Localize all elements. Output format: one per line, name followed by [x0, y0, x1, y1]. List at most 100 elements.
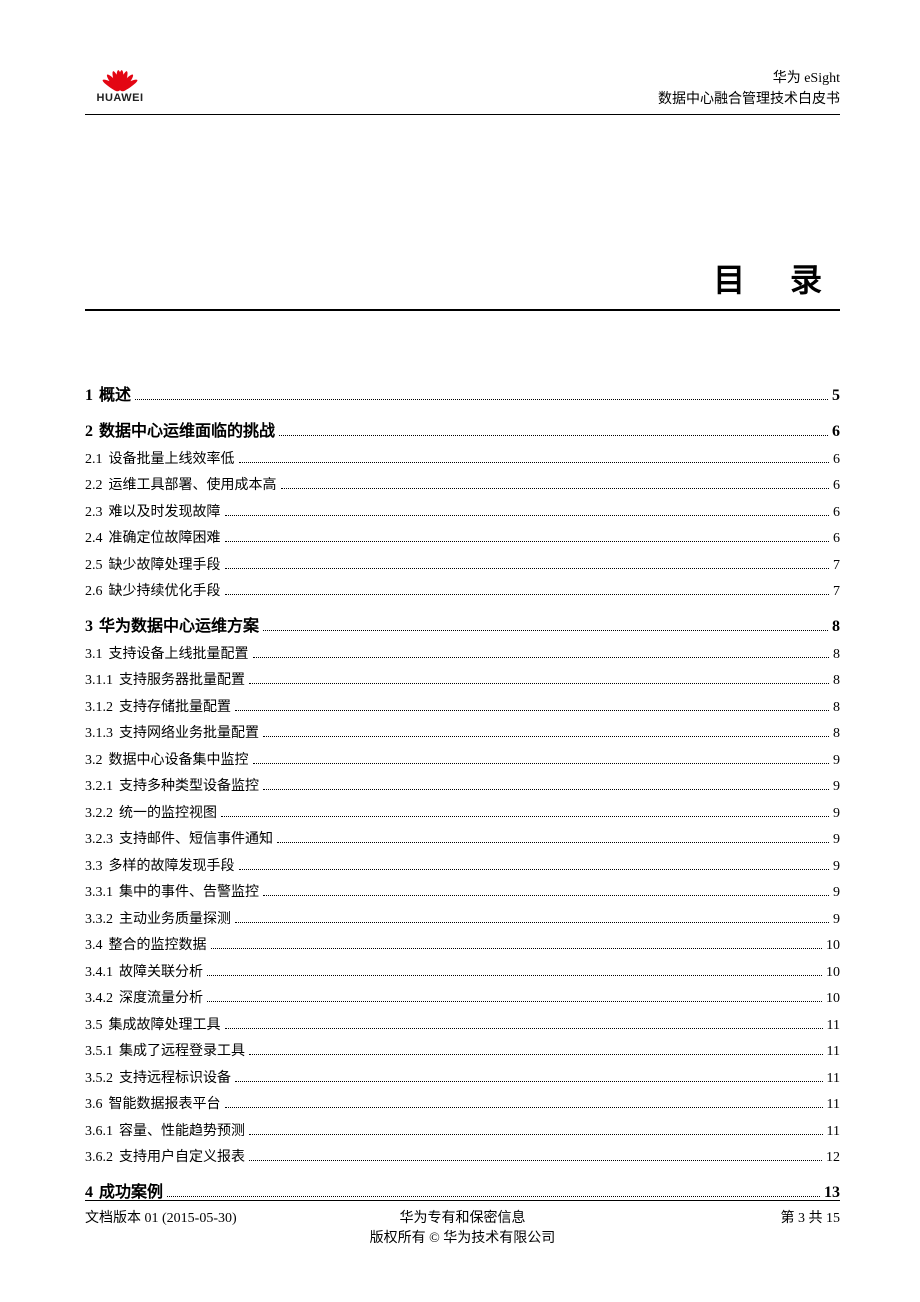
- toc-leader-dots: [249, 683, 829, 684]
- toc-leader-dots: [239, 869, 830, 870]
- toc-entry[interactable]: 3.6 智能数据报表平台 11: [85, 1093, 840, 1113]
- toc-entry-page: 6: [833, 531, 840, 547]
- toc-entry-number: 3.2: [85, 753, 103, 769]
- toc-entry[interactable]: 3.1.3支持网络业务批量配置8: [85, 722, 840, 742]
- toc-entry[interactable]: 2.3难以及时发现故障6: [85, 501, 840, 521]
- toc-entry-page: 10: [826, 965, 840, 981]
- toc-entry[interactable]: 3.2.1支持多种类型设备监控9: [85, 775, 840, 795]
- toc-entry-number: 3.4: [85, 938, 103, 954]
- toc-entry-label: 运维工具部署、使用成本高: [109, 474, 277, 494]
- toc-entry-number: 3.2.1: [85, 779, 113, 795]
- toc-entry[interactable]: 2.2运维工具部署、使用成本高6: [85, 474, 840, 494]
- toc-entry-number: 3.2.3: [85, 832, 113, 848]
- toc-entry[interactable]: 3.5.2支持远程标识设备11: [85, 1067, 840, 1087]
- toc-entry-number: 3.3.1: [85, 885, 113, 901]
- header-doc-title: 华为 eSight 数据中心融合管理技术白皮书: [658, 68, 840, 110]
- footer-page-number: 第 3 共 15: [640, 1207, 840, 1227]
- toc-entry-page: 10: [826, 991, 840, 1007]
- toc-leader-dots: [225, 1107, 823, 1108]
- toc-entry-label: 整合的监控数据: [109, 934, 207, 954]
- toc-entry[interactable]: 2.5缺少故障处理手段7: [85, 554, 840, 574]
- toc-entry[interactable]: 3.1.1支持服务器批量配置8: [85, 669, 840, 689]
- toc-entry[interactable]: 2.6缺少持续优化手段7: [85, 580, 840, 600]
- toc-entry[interactable]: 1概述5: [85, 381, 840, 405]
- toc-entry[interactable]: 3.4.1故障关联分析10: [85, 961, 840, 981]
- header-line-1: 华为 eSight: [658, 68, 840, 89]
- toc-entry[interactable]: 3华为数据中心运维方案8: [85, 612, 840, 636]
- toc-entry[interactable]: 4成功案例13: [85, 1178, 840, 1202]
- toc-entry-page: 9: [833, 753, 840, 769]
- toc-entry[interactable]: 3.3.1集中的事件、告警监控9: [85, 881, 840, 901]
- toc-entry[interactable]: 2.1设备批量上线效率低6: [85, 448, 840, 468]
- toc-entry-label: 准确定位故障困难: [109, 527, 221, 547]
- toc-entry[interactable]: 3.2数据中心设备集中监控9: [85, 749, 840, 769]
- toc-entry[interactable]: 3.2.3支持邮件、短信事件通知9: [85, 828, 840, 848]
- toc-entry-label: 支持服务器批量配置: [119, 669, 245, 689]
- toc-entry[interactable]: 3.1支持设备上线批量配置8: [85, 643, 840, 663]
- toc-entry-label: 支持网络业务批量配置: [119, 722, 259, 742]
- toc-entry[interactable]: 3.5.1集成了远程登录工具11: [85, 1040, 840, 1060]
- toc-entry-label: 集成了远程登录工具: [119, 1040, 245, 1060]
- huawei-logo: HUAWEI: [85, 60, 155, 110]
- toc-entry-label: 集成故障处理工具: [109, 1014, 221, 1034]
- toc-entry-number: 3.4.2: [85, 991, 113, 1007]
- toc-leader-dots: [239, 462, 830, 463]
- toc-entry-page: 11: [827, 1018, 840, 1034]
- toc-leader-dots: [225, 1028, 823, 1029]
- toc-entry-number: 3.1: [85, 647, 103, 663]
- toc-entry-number: 2.1: [85, 452, 103, 468]
- toc-leader-dots: [225, 568, 830, 569]
- toc-entry-number: 3.3.2: [85, 912, 113, 928]
- toc-entry-number: 3.4.1: [85, 965, 113, 981]
- toc-entry[interactable]: 3.4整合的监控数据10: [85, 934, 840, 954]
- toc-entry[interactable]: 3.1.2支持存储批量配置8: [85, 696, 840, 716]
- toc-entry[interactable]: 3.2.2统一的监控视图9: [85, 802, 840, 822]
- toc-entry-page: 11: [827, 1071, 840, 1087]
- page: HUAWEI 华为 eSight 数据中心融合管理技术白皮书 目 录 1概述52…: [0, 0, 920, 1302]
- footer-confidential-line1: 华为专有和保密信息: [285, 1207, 640, 1227]
- toc-entry-number: 3.6: [85, 1097, 103, 1113]
- toc-entry-page: 5: [832, 387, 840, 405]
- toc-entry[interactable]: 3.6.1容量、性能趋势预测11: [85, 1120, 840, 1140]
- toc-entry[interactable]: 2数据中心运维面临的挑战6: [85, 417, 840, 441]
- toc-leader-dots: [263, 895, 829, 896]
- toc-entry[interactable]: 3.3多样的故障发现手段9: [85, 855, 840, 875]
- toc-entry-page: 12: [826, 1150, 840, 1166]
- toc-entry-page: 11: [827, 1097, 840, 1113]
- toc-entry[interactable]: 3.4.2 深度流量分析 10: [85, 987, 840, 1007]
- toc-entry-page: 6: [833, 505, 840, 521]
- toc-leader-dots: [225, 594, 830, 595]
- footer-copyright: 版权所有 © 华为技术有限公司: [285, 1227, 640, 1247]
- toc-entry-page: 9: [833, 806, 840, 822]
- toc-entry-number: 3.2.2: [85, 806, 113, 822]
- toc-entry-label: 数据中心运维面临的挑战: [99, 417, 275, 441]
- toc-entry[interactable]: 3.5集成故障处理工具11: [85, 1014, 840, 1034]
- toc-entry[interactable]: 2.4 准确定位故障困难 6: [85, 527, 840, 547]
- toc-leader-dots: [277, 842, 829, 843]
- toc-entry-number: 2.6: [85, 584, 103, 600]
- toc-entry-number: 2.3: [85, 505, 103, 521]
- toc-entry-label: 支持存储批量配置: [119, 696, 231, 716]
- toc-leader-dots: [221, 816, 829, 817]
- toc-leader-dots: [135, 399, 828, 400]
- toc-entry-number: 2.4: [85, 531, 103, 547]
- toc-entry-number: 3.1.2: [85, 700, 113, 716]
- toc-entry-label: 智能数据报表平台: [109, 1093, 221, 1113]
- toc-entry-label: 主动业务质量探测: [119, 908, 231, 928]
- toc-entry-page: 9: [833, 779, 840, 795]
- toc-leader-dots: [263, 736, 829, 737]
- toc-entry[interactable]: 3.3.2主动业务质量探测9: [85, 908, 840, 928]
- toc-entry[interactable]: 3.6.2支持用户自定义报表12: [85, 1146, 840, 1166]
- toc-entry-label: 深度流量分析: [119, 987, 203, 1007]
- toc-leader-dots: [263, 789, 829, 790]
- footer-version: 文档版本 01 (2015-05-30): [85, 1207, 285, 1227]
- toc-leader-dots: [279, 435, 828, 436]
- toc-entry-page: 9: [833, 832, 840, 848]
- huawei-logo-text: HUAWEI: [97, 92, 144, 104]
- toc-leader-dots: [253, 657, 830, 658]
- toc-entry-number: 3.6.2: [85, 1150, 113, 1166]
- toc-entry-page: 11: [827, 1044, 840, 1060]
- toc-entry-number: 3.5.2: [85, 1071, 113, 1087]
- toc-entry-page: 6: [833, 452, 840, 468]
- page-header: HUAWEI 华为 eSight 数据中心融合管理技术白皮书: [85, 60, 840, 115]
